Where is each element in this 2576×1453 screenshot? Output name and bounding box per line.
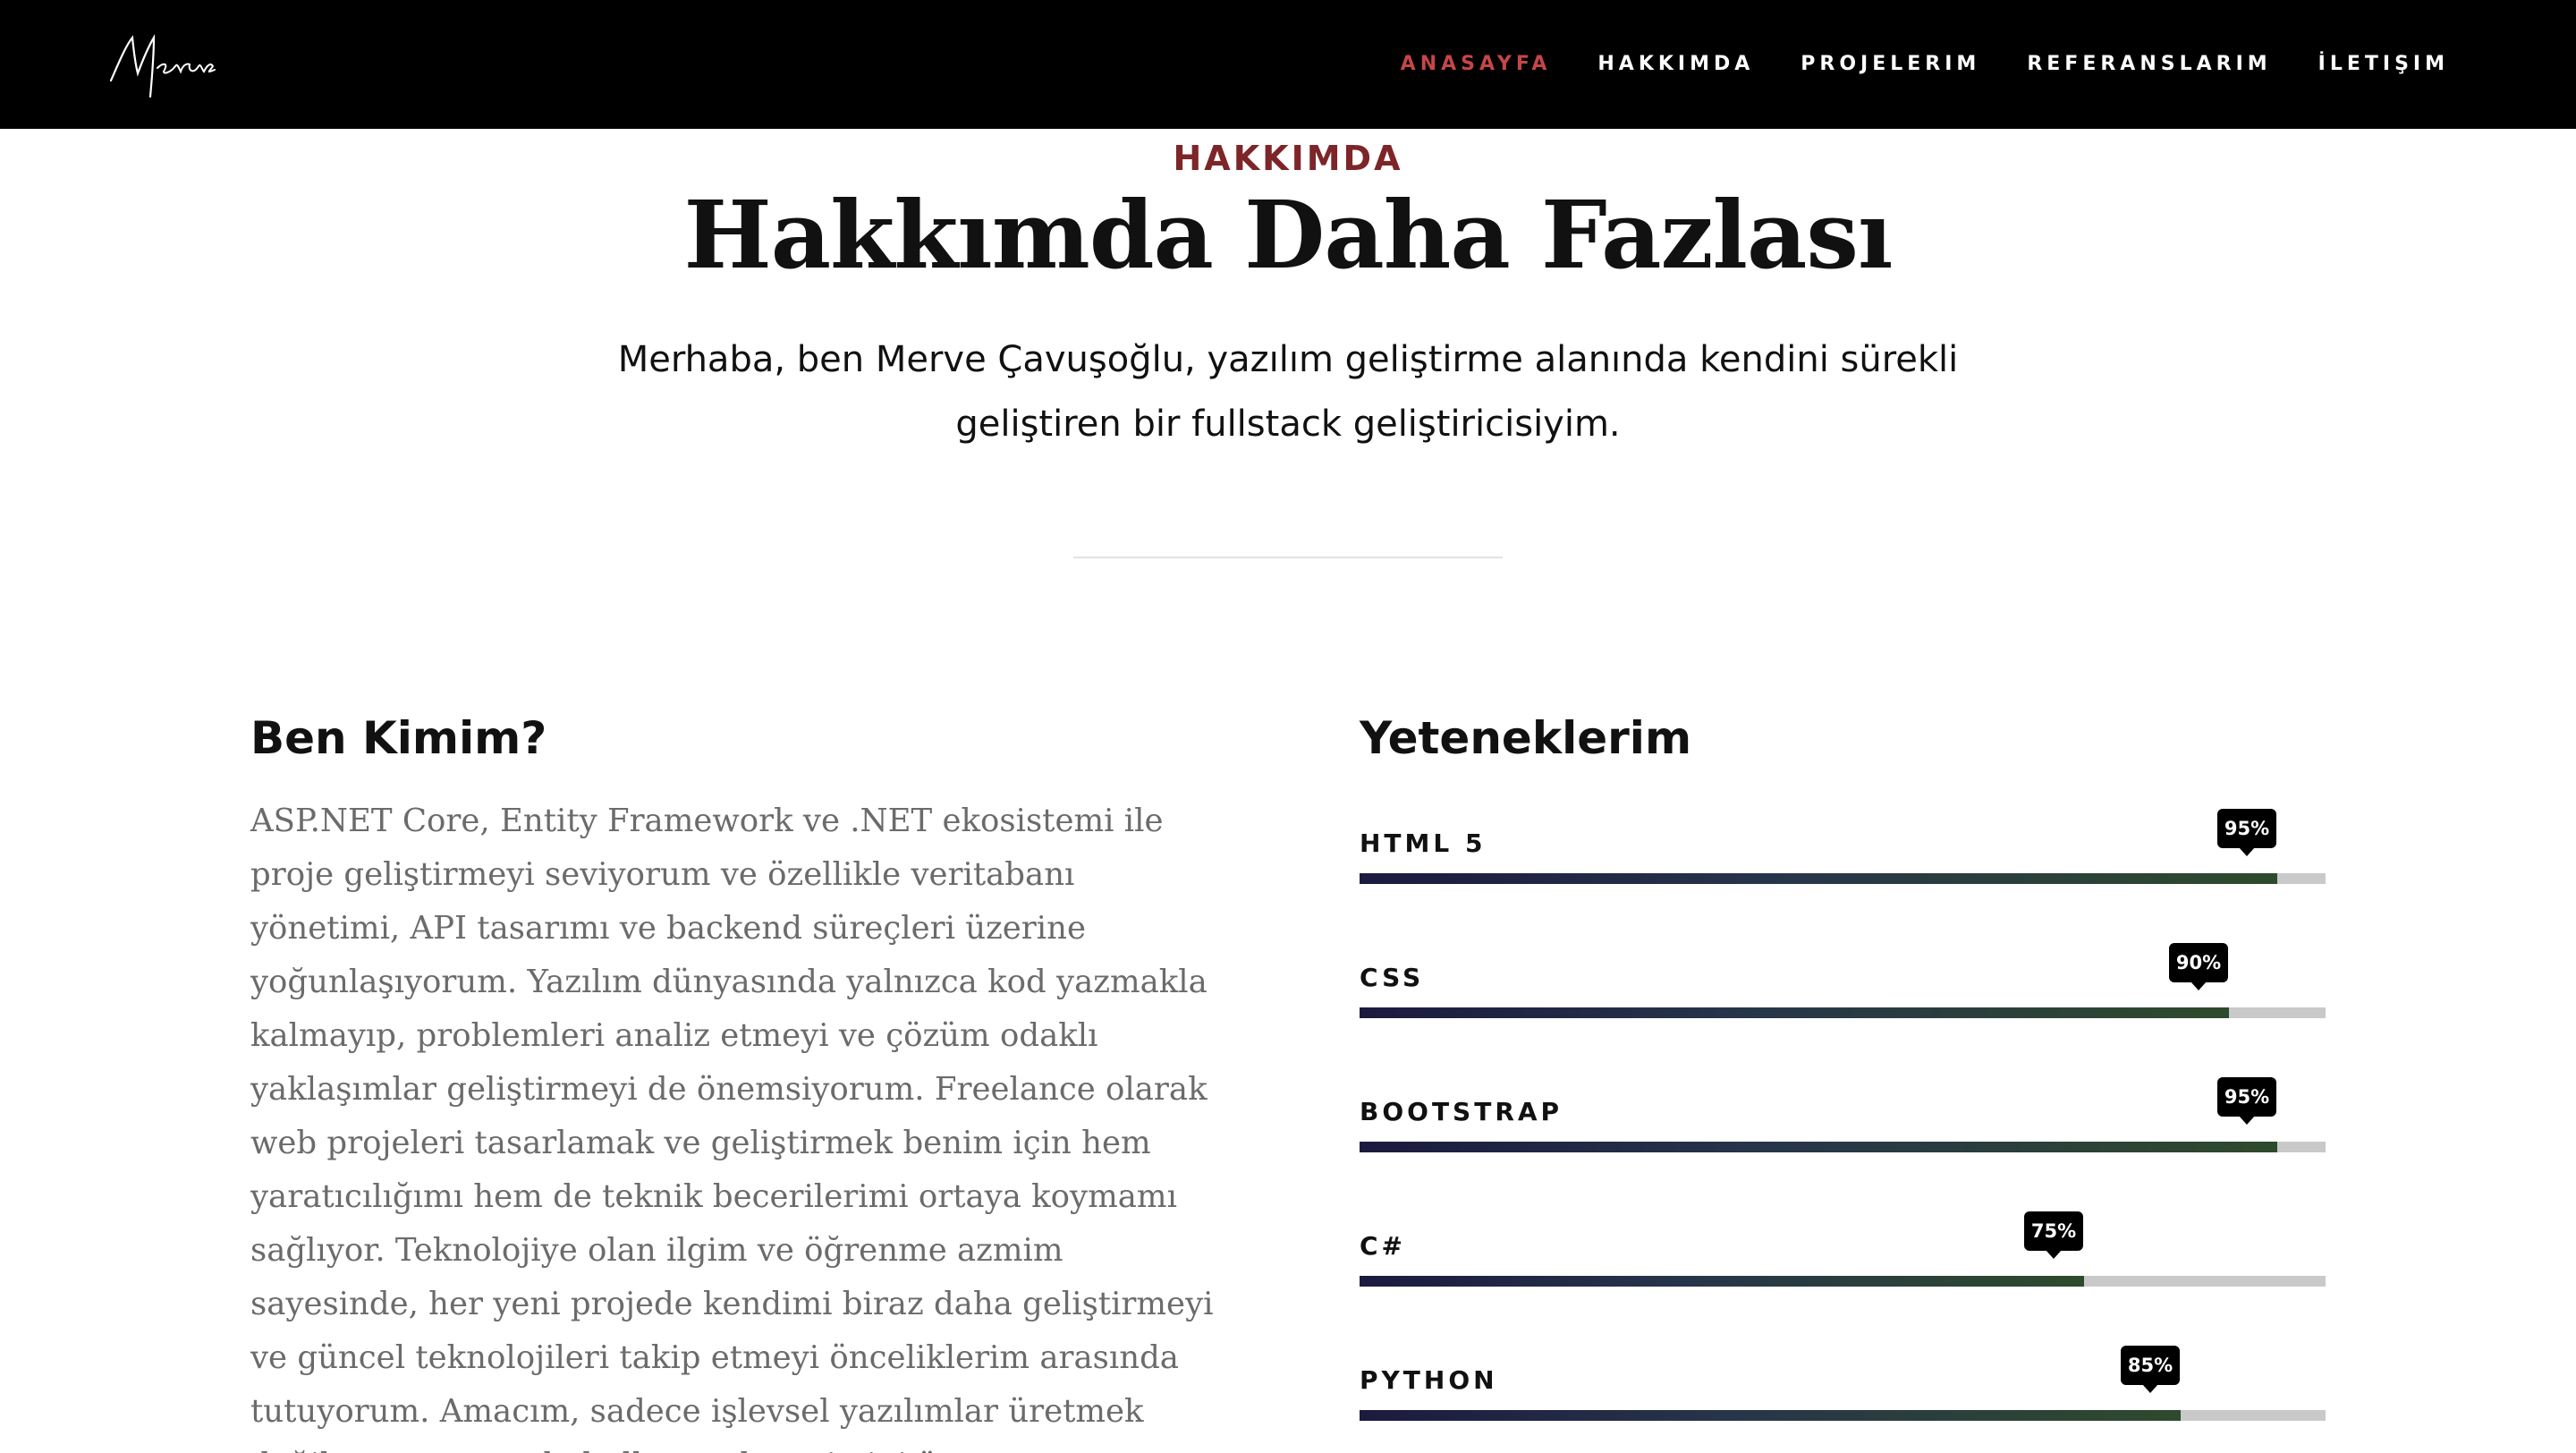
about-paragraph: ASP.NET Core, Entity Framework ve .NET e… bbox=[250, 803, 1214, 1453]
skill-percent-badge: 75% bbox=[2024, 1211, 2083, 1259]
about-heading: Ben Kimim? bbox=[250, 712, 547, 764]
skill-bar-fill bbox=[1360, 1410, 2181, 1421]
skill-bar-track bbox=[1360, 1142, 2326, 1152]
skill-percent-badge: 95% bbox=[2217, 1077, 2276, 1125]
skill-name: CSS bbox=[1360, 963, 1425, 992]
main-nav: ANASAYFA HAKKIMDA PROJELERIM REFERANSLAR… bbox=[1401, 50, 2449, 79]
page-title: Hakkımda Daha Fazlası bbox=[683, 180, 1894, 290]
signature-logo bbox=[109, 34, 216, 98]
skill-bar-track bbox=[1360, 1410, 2326, 1421]
nav-link-anasayfa[interactable]: ANASAYFA bbox=[1401, 50, 1552, 79]
skill-css: CSS 90% bbox=[1360, 943, 2326, 1025]
skill-percent-badge: 85% bbox=[2121, 1346, 2180, 1393]
skill-name: C# bbox=[1360, 1231, 1407, 1261]
skill-csharp: C# 75% bbox=[1360, 1211, 2326, 1294]
nav-link-iletisim[interactable]: İLETIŞIM bbox=[2318, 50, 2449, 79]
skill-bar-fill bbox=[1360, 1142, 2277, 1152]
nav-link-projelerim[interactable]: PROJELERIM bbox=[1801, 50, 1980, 79]
skill-percent-badge: 90% bbox=[2169, 943, 2228, 990]
skill-bar-fill bbox=[1360, 873, 2277, 884]
skill-bootstrap: BOOTSTRAP 95% bbox=[1360, 1077, 2326, 1160]
skill-python: PYTHON 85% bbox=[1360, 1346, 2326, 1428]
skill-bar-fill bbox=[1360, 1276, 2084, 1287]
skill-name: HTML 5 bbox=[1360, 828, 1487, 858]
skill-bar-fill bbox=[1360, 1007, 2229, 1018]
skill-bar-track bbox=[1360, 873, 2326, 884]
skill-bar-track bbox=[1360, 1276, 2326, 1287]
logo-home-link[interactable] bbox=[106, 11, 222, 100]
nav-link-referanslarim[interactable]: REFERANSLARIM bbox=[2027, 50, 2271, 79]
section-eyebrow: HAKKIMDA bbox=[1173, 139, 1403, 178]
intro-text: Merhaba, ben Merve Çavuşoğlu, yazılım ge… bbox=[617, 339, 1959, 445]
skills-heading: Yeteneklerim bbox=[1360, 712, 1692, 764]
section-divider bbox=[1073, 557, 1503, 558]
skill-name: BOOTSTRAP bbox=[1360, 1097, 1563, 1126]
skill-bar-track bbox=[1360, 1007, 2326, 1018]
nav-link-hakkimda[interactable]: HAKKIMDA bbox=[1597, 50, 1754, 79]
skill-percent-badge: 95% bbox=[2217, 809, 2276, 856]
skill-html5: HTML 5 95% bbox=[1360, 809, 2326, 891]
site-header: ANASAYFA HAKKIMDA PROJELERIM REFERANSLAR… bbox=[0, 0, 2576, 129]
skill-name: PYTHON bbox=[1360, 1365, 1498, 1395]
